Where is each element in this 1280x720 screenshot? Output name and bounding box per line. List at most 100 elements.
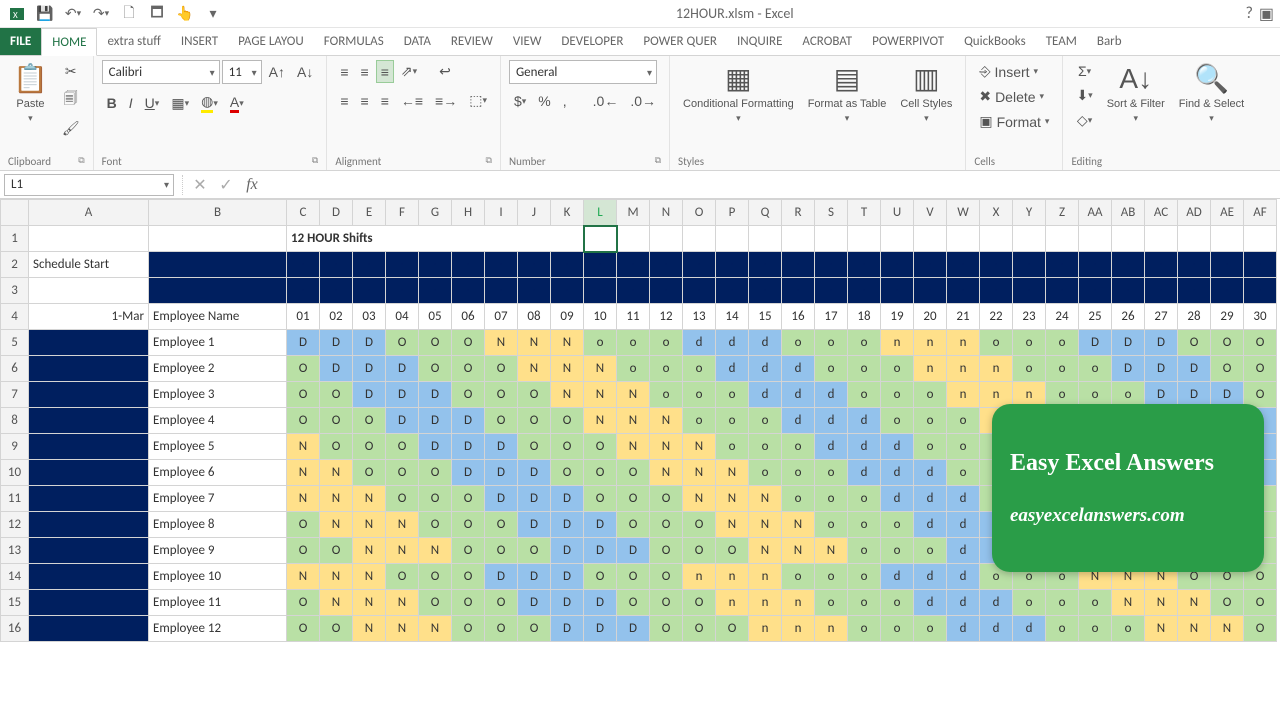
col-header[interactable]: Z — [1046, 200, 1079, 226]
shift-cell[interactable]: d — [881, 486, 914, 512]
tab-insert[interactable]: INSERT — [171, 28, 228, 55]
shift-cell[interactable]: O — [353, 434, 386, 460]
shift-cell[interactable]: N — [320, 564, 353, 590]
day-header[interactable]: 11 — [617, 304, 650, 330]
save-icon[interactable]: 💾 — [34, 3, 56, 25]
employee-name-cell[interactable]: Employee 2 — [149, 356, 287, 382]
shift-cell[interactable]: d — [848, 460, 881, 486]
shift-cell[interactable]: N — [1112, 590, 1145, 616]
shift-cell[interactable]: o — [683, 408, 716, 434]
col-header[interactable]: AB — [1112, 200, 1145, 226]
shift-cell[interactable]: D — [518, 486, 551, 512]
qat-customize-icon[interactable]: ▾ — [202, 3, 224, 25]
shift-cell[interactable]: D — [452, 434, 485, 460]
day-header[interactable]: 30 — [1244, 304, 1277, 330]
shift-cell[interactable]: O — [386, 460, 419, 486]
shift-cell[interactable]: O — [617, 486, 650, 512]
enter-formula-icon[interactable]: ✓ — [213, 174, 239, 196]
shift-cell[interactable]: d — [914, 590, 947, 616]
shift-cell[interactable]: D — [1079, 330, 1112, 356]
shift-cell[interactable]: N — [749, 512, 782, 538]
shift-cell[interactable]: o — [815, 564, 848, 590]
shift-cell[interactable]: N — [1211, 616, 1244, 642]
shift-cell[interactable]: o — [683, 356, 716, 382]
shift-cell[interactable]: N — [815, 538, 848, 564]
shift-cell[interactable]: o — [815, 486, 848, 512]
shift-cell[interactable]: o — [914, 408, 947, 434]
shift-cell[interactable]: o — [1013, 356, 1046, 382]
shift-cell[interactable]: N — [353, 590, 386, 616]
shift-cell[interactable]: D — [518, 460, 551, 486]
shift-cell[interactable]: D — [584, 538, 617, 564]
percent-icon[interactable]: % — [533, 90, 555, 112]
fill-icon[interactable]: ⬇ — [1071, 84, 1097, 107]
shift-cell[interactable]: o — [914, 538, 947, 564]
shift-cell[interactable]: o — [848, 330, 881, 356]
shift-cell[interactable]: O — [452, 590, 485, 616]
touch-mode-icon[interactable]: 👆 — [174, 3, 196, 25]
shift-cell[interactable]: O — [287, 512, 320, 538]
shift-cell[interactable]: O — [485, 590, 518, 616]
row-header[interactable]: 11 — [1, 486, 29, 512]
help-icon[interactable]: ? — [1245, 4, 1252, 24]
shift-cell[interactable]: O — [551, 408, 584, 434]
format-painter-icon[interactable]: 🖌 — [57, 117, 85, 140]
shift-cell[interactable]: n — [947, 330, 980, 356]
find-select-button[interactable]: 🔍Find & Select — [1174, 60, 1249, 126]
shift-cell[interactable]: D — [452, 460, 485, 486]
day-header[interactable]: 14 — [716, 304, 749, 330]
row-header[interactable]: 8 — [1, 408, 29, 434]
day-header[interactable]: 02 — [320, 304, 353, 330]
day-header[interactable]: 15 — [749, 304, 782, 330]
shift-cell[interactable]: o — [881, 382, 914, 408]
shift-cell[interactable]: n — [716, 564, 749, 590]
align-top-icon[interactable]: ≡ — [335, 60, 353, 83]
shift-cell[interactable]: o — [848, 382, 881, 408]
shift-cell[interactable]: N — [419, 616, 452, 642]
shift-cell[interactable]: D — [386, 356, 419, 382]
shift-cell[interactable]: D — [584, 616, 617, 642]
shift-cell[interactable]: N — [485, 330, 518, 356]
shift-cell[interactable]: o — [749, 434, 782, 460]
shift-cell[interactable]: N — [650, 434, 683, 460]
row-header[interactable]: 16 — [1, 616, 29, 642]
shift-cell[interactable]: d — [980, 616, 1013, 642]
shift-cell[interactable]: d — [782, 356, 815, 382]
shift-cell[interactable]: o — [1013, 590, 1046, 616]
shift-cell[interactable]: N — [617, 408, 650, 434]
day-header[interactable]: 16 — [782, 304, 815, 330]
shift-cell[interactable]: D — [551, 538, 584, 564]
shift-cell[interactable]: O — [320, 434, 353, 460]
shift-cell[interactable]: d — [815, 408, 848, 434]
shift-cell[interactable]: o — [848, 356, 881, 382]
shift-cell[interactable]: n — [947, 356, 980, 382]
shift-cell[interactable]: n — [815, 616, 848, 642]
shift-cell[interactable]: N — [617, 382, 650, 408]
insert-cells-button[interactable]: ⎆Insert — [974, 60, 1043, 83]
shift-cell[interactable]: n — [881, 330, 914, 356]
row-header[interactable]: 9 — [1, 434, 29, 460]
shift-cell[interactable]: O — [1211, 590, 1244, 616]
tab-quickbooks[interactable]: QuickBooks — [954, 28, 1036, 55]
shift-cell[interactable]: O — [452, 538, 485, 564]
shift-cell[interactable]: o — [881, 616, 914, 642]
shift-cell[interactable]: d — [881, 564, 914, 590]
shift-cell[interactable]: o — [914, 616, 947, 642]
shift-cell[interactable]: o — [683, 382, 716, 408]
col-header[interactable]: E — [353, 200, 386, 226]
shift-cell[interactable]: o — [749, 408, 782, 434]
employee-name-cell[interactable]: Employee 6 — [149, 460, 287, 486]
shift-cell[interactable]: d — [881, 434, 914, 460]
shift-cell[interactable]: D — [518, 590, 551, 616]
shift-cell[interactable]: O — [1244, 590, 1277, 616]
shift-cell[interactable]: o — [1046, 356, 1079, 382]
shift-cell[interactable]: n — [749, 564, 782, 590]
shift-cell[interactable]: n — [749, 590, 782, 616]
shift-cell[interactable]: O — [584, 434, 617, 460]
shift-cell[interactable]: O — [683, 512, 716, 538]
shift-cell[interactable]: D — [551, 564, 584, 590]
col-header[interactable]: B — [149, 200, 287, 226]
col-header[interactable]: R — [782, 200, 815, 226]
shift-cell[interactable]: d — [881, 460, 914, 486]
shift-cell[interactable]: D — [617, 616, 650, 642]
